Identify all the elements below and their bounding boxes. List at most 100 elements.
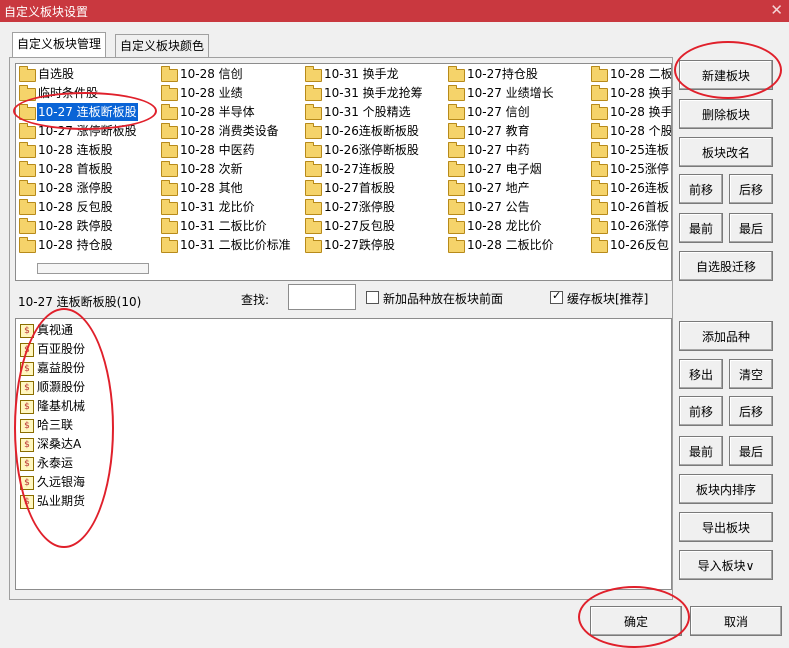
block-item-label: 10-31 二板比价标准: [180, 238, 291, 252]
folder-icon: [448, 123, 465, 139]
block-last-button[interactable]: 最后: [729, 213, 773, 243]
close-icon[interactable]: ✕: [770, 1, 783, 19]
stock-backward-button[interactable]: 后移: [729, 396, 773, 426]
block-item-label: 10-28 持仓股: [38, 238, 113, 252]
stock-item-label: 弘业期货: [37, 494, 86, 508]
block-item-label: 10-28 连板股: [38, 143, 113, 157]
clear-stocks-button[interactable]: 清空: [729, 359, 773, 389]
folder-icon: [448, 180, 465, 196]
block-item-label: 10-28 换手: [610, 86, 672, 100]
tab-block-color[interactable]: 自定义板块颜色: [115, 34, 210, 57]
folder-icon: [305, 104, 322, 120]
add-stock-button[interactable]: 添加品种: [679, 321, 773, 351]
folder-icon: [19, 199, 36, 215]
cancel-button[interactable]: 取消: [690, 606, 782, 636]
new-block-button[interactable]: 新建板块: [679, 60, 773, 90]
folder-icon: [591, 123, 608, 139]
stock-dollar-icon: $: [20, 343, 34, 357]
rename-block-button[interactable]: 板块改名: [679, 137, 773, 167]
stock-forward-button[interactable]: 前移: [679, 396, 723, 426]
horizontal-scrollbar[interactable]: [37, 263, 149, 274]
stock-dollar-icon: $: [20, 438, 34, 452]
block-item-label: 10-28 其他: [180, 181, 243, 195]
checkbox-new-item-first[interactable]: [366, 291, 379, 304]
sort-in-block-button[interactable]: 板块内排序: [679, 474, 773, 504]
block-item-label: 10-27 业绩增长: [467, 86, 554, 100]
folder-icon: [19, 237, 36, 253]
block-item-label: 10-27 地产: [467, 181, 530, 195]
folder-icon: [19, 123, 36, 139]
ok-button[interactable]: 确定: [590, 606, 682, 636]
folder-icon: [305, 237, 322, 253]
block-first-button[interactable]: 最前: [679, 213, 723, 243]
stock-list[interactable]: $ 真视通 $ 百亚股份 $ 嘉益股份 $ 顺灏股份 $ 隆基机械 $ 哈三联 $ 深桑达A $ 永泰运 $ 久远…: [15, 318, 672, 590]
block-item-label: 10-28 次新: [180, 162, 243, 176]
folder-icon: [591, 142, 608, 158]
folder-icon: [305, 199, 322, 215]
folder-icon: [161, 180, 178, 196]
folder-icon: [161, 237, 178, 253]
stock-item-label: 永泰运: [37, 456, 74, 470]
block-item-label: 10-27跌停股: [324, 238, 395, 252]
checkbox-cache-block[interactable]: [550, 289, 563, 304]
stock-item-label: 真视通: [37, 323, 74, 337]
block-item-label: 10-26反包: [610, 238, 669, 252]
folder-icon: [19, 142, 36, 158]
block-item-label: 10-28 业绩: [180, 86, 243, 100]
export-block-button[interactable]: 导出板块: [679, 512, 773, 542]
delete-block-button[interactable]: 删除板块: [679, 99, 773, 129]
stock-last-button[interactable]: 最后: [729, 436, 773, 466]
option-label: 缓存板块[推荐]: [567, 292, 649, 306]
folder-icon: [448, 237, 465, 253]
folder-icon: [161, 85, 178, 101]
search-input[interactable]: [288, 284, 356, 310]
window-title: 自定义板块设置: [4, 5, 89, 19]
folder-icon: [161, 66, 178, 82]
stock-dollar-icon: $: [20, 476, 34, 490]
block-forward-button[interactable]: 前移: [679, 174, 723, 204]
stock-item-label: 深桑达A: [37, 437, 82, 451]
block-item-label: 10-28 龙比价: [467, 219, 542, 233]
block-item-label: 10-27 连板断板股: [36, 102, 139, 122]
stock-first-button[interactable]: 最前: [679, 436, 723, 466]
folder-icon: [305, 161, 322, 177]
remove-stock-button[interactable]: 移出: [679, 359, 723, 389]
block-item-label: 10-26涨停: [610, 219, 669, 233]
block-item-label: 10-27反包股: [324, 219, 395, 233]
block-item-label: 10-25连板: [610, 143, 669, 157]
stock-dollar-icon: $: [20, 495, 34, 509]
folder-icon: [305, 180, 322, 196]
stock-item-label: 哈三联: [37, 418, 74, 432]
block-item-label: 10-31 龙比价: [180, 200, 255, 214]
block-list[interactable]: 自选股 临时条件股 10-27 连板断板股 10-27 涨停断板股 10-28 连板股 1…: [15, 63, 672, 281]
folder-icon: [305, 123, 322, 139]
block-item-label: 10-27连板股: [324, 162, 395, 176]
folder-icon: [591, 161, 608, 177]
block-item-label: 10-26涨停断板股: [324, 143, 419, 157]
stock-dollar-icon: $: [20, 381, 34, 395]
tab-block-manage[interactable]: 自定义板块管理: [12, 32, 107, 57]
block-item-label: 10-26连板断板股: [324, 124, 419, 138]
block-item-label: 10-28 反包股: [38, 200, 113, 214]
stock-dollar-icon: $: [20, 457, 34, 471]
import-block-button[interactable]: 导入板块∨: [679, 550, 773, 580]
block-backward-button[interactable]: 后移: [729, 174, 773, 204]
block-item-label: 临时条件股: [38, 86, 99, 100]
folder-icon: [591, 218, 608, 234]
stock-dollar-icon: $: [20, 400, 34, 414]
block-item-label: 10-28 跌停股: [38, 219, 113, 233]
folder-icon: [161, 123, 178, 139]
block-item-label: 10-26连板: [610, 181, 669, 195]
block-item-label: 10-27 涨停断板股: [38, 124, 137, 138]
folder-icon: [161, 161, 178, 177]
folder-icon: [448, 218, 465, 234]
folder-icon: [19, 180, 36, 196]
folder-icon: [19, 66, 36, 82]
block-item-label: 10-25涨停: [610, 162, 669, 176]
search-label: 查找:: [241, 293, 270, 307]
folder-icon: [305, 66, 322, 82]
migrate-watchlist-button[interactable]: 自选股迁移: [679, 251, 773, 281]
folder-icon: [305, 218, 322, 234]
block-item-label: 10-28 二板: [610, 67, 672, 81]
folder-icon: [19, 85, 36, 101]
